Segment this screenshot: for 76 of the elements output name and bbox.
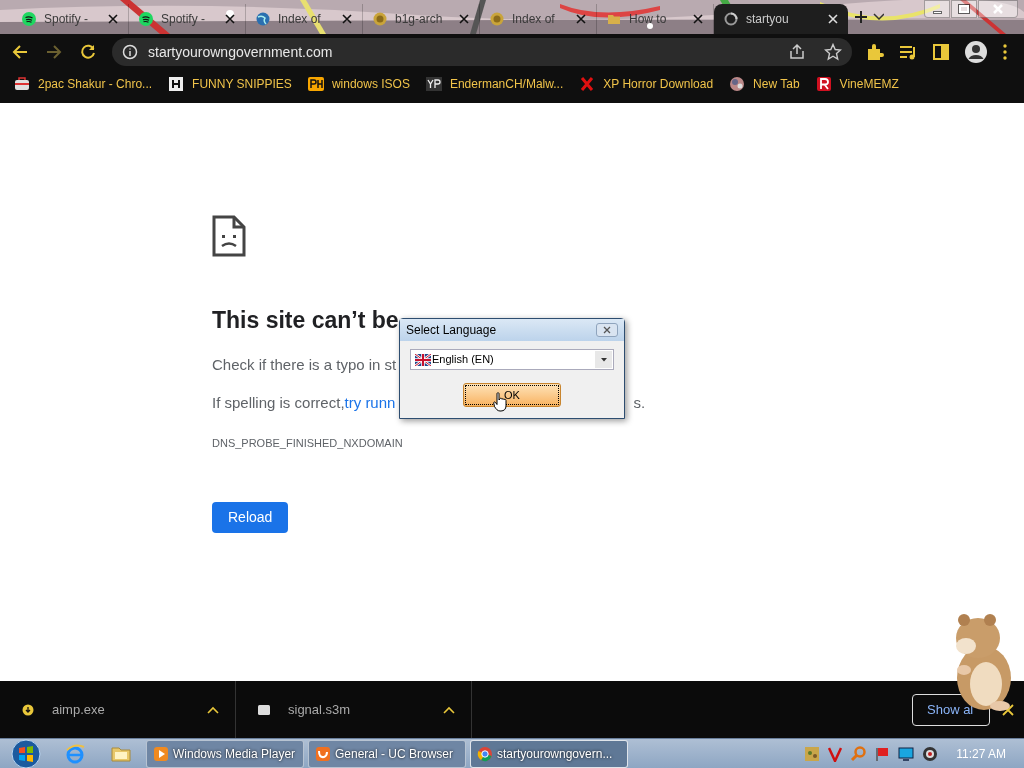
language-select[interactable]: English (EN) xyxy=(410,349,614,370)
taskbar-button[interactable]: General - UC Browser xyxy=(308,739,466,768)
close-icon[interactable] xyxy=(459,14,469,24)
bag-icon xyxy=(14,76,30,92)
dialog-title: Select Language xyxy=(406,322,497,339)
help-link[interactable]: try runn xyxy=(344,392,396,415)
info-icon xyxy=(122,44,138,60)
ph-logo-icon xyxy=(307,76,324,92)
error-message: Check if there is a typo in st xyxy=(212,354,397,375)
taskbar-button[interactable]: Windows Media Player xyxy=(146,739,304,768)
media-player-icon xyxy=(153,745,169,762)
side-panel-icon[interactable] xyxy=(932,43,950,61)
caret-up-icon[interactable] xyxy=(443,705,455,714)
error-message: If spelling is correct, xyxy=(212,393,345,413)
close-icon xyxy=(993,4,1003,14)
playlist-icon[interactable] xyxy=(898,43,918,61)
ball-icon xyxy=(729,76,746,92)
globe-icon xyxy=(256,12,270,26)
h-logo-icon xyxy=(168,76,185,92)
taskbar-button[interactable]: startyourowngovern... xyxy=(470,739,628,768)
file-icon xyxy=(258,703,270,716)
browser-tab[interactable]: startyou xyxy=(714,4,848,34)
close-button[interactable] xyxy=(596,323,618,337)
caret-icon xyxy=(600,357,607,362)
coin-icon xyxy=(373,12,387,26)
plus-icon xyxy=(853,10,868,24)
profile-avatar-icon[interactable] xyxy=(964,40,988,64)
start-button[interactable] xyxy=(8,738,44,768)
download-icon xyxy=(22,703,34,716)
flag-icon[interactable] xyxy=(874,745,891,762)
share-icon[interactable] xyxy=(788,43,806,61)
close-icon[interactable] xyxy=(108,14,118,24)
r-logo-icon xyxy=(815,76,832,92)
error-title: This site can’t be xyxy=(212,306,399,335)
address-bar[interactable]: startyourowngovernment.com xyxy=(112,38,852,66)
uc-browser-icon xyxy=(315,745,331,762)
reload-icon[interactable] xyxy=(78,42,98,62)
error-message: s. xyxy=(633,393,646,413)
dropdown-icon[interactable] xyxy=(873,13,884,21)
x-logo-icon xyxy=(579,76,596,92)
bookmark[interactable]: XP Horror Download xyxy=(579,75,714,93)
chrome-icon xyxy=(477,745,493,762)
v-logo-icon[interactable] xyxy=(828,745,843,762)
monitor-icon[interactable] xyxy=(898,745,915,762)
error-code: DNS_PROBE_FINISHED_NXDOMAIN xyxy=(212,435,404,451)
yp-logo-icon xyxy=(425,76,442,92)
flag-icon xyxy=(415,353,431,366)
minimize-button[interactable] xyxy=(924,0,950,18)
close-icon[interactable] xyxy=(576,14,586,24)
ok-button[interactable]: OK xyxy=(463,383,561,408)
bookmark[interactable]: windows ISOS xyxy=(307,75,410,93)
close-icon[interactable] xyxy=(342,14,352,24)
bookmark[interactable]: New Tab xyxy=(729,75,800,93)
url-text: startyourowngovernment.com xyxy=(148,42,334,62)
spotify-icon xyxy=(139,12,153,26)
close-button[interactable] xyxy=(978,0,1018,18)
coin-icon xyxy=(490,12,504,26)
bookmark[interactable]: 2pac Shakur - Chro... xyxy=(14,75,153,93)
bookmark[interactable]: VineMEMZ xyxy=(815,75,899,93)
close-icon[interactable] xyxy=(225,14,235,24)
folder-icon xyxy=(607,12,621,26)
sad-page-icon xyxy=(212,215,246,257)
bookmark[interactable]: EndermanCH/Malw... xyxy=(425,75,564,93)
speaker-icon[interactable] xyxy=(922,745,939,762)
restore-button[interactable] xyxy=(951,0,977,18)
close-icon xyxy=(603,326,611,334)
reload-button[interactable]: Reload xyxy=(212,502,289,533)
caret-up-icon[interactable] xyxy=(207,705,219,714)
menu-icon[interactable] xyxy=(1002,43,1008,61)
close-icon[interactable] xyxy=(693,14,703,24)
bookmark[interactable]: FUNNY SNIPPIES xyxy=(168,75,292,93)
loading-spinner-icon xyxy=(724,12,738,26)
star-icon[interactable] xyxy=(824,43,842,61)
tray-icon[interactable] xyxy=(804,745,821,762)
puzzle-icon[interactable] xyxy=(866,43,884,61)
spotify-icon xyxy=(22,12,36,26)
